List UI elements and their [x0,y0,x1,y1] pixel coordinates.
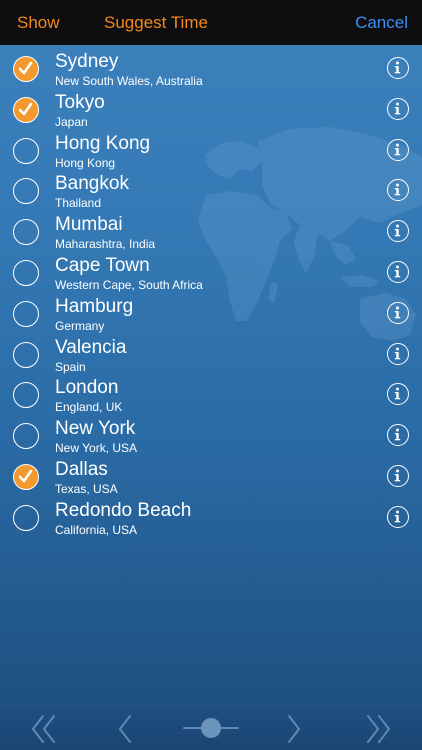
checkbox[interactable] [13,341,39,368]
city-name: Hamburg [55,295,134,317]
list-item[interactable]: Hamburg Germany [0,293,422,334]
checkbox[interactable] [13,96,39,123]
info-button[interactable] [387,57,409,79]
info-button[interactable] [387,301,409,324]
city-name: Valencia [55,336,127,358]
city-name: Sydney [55,51,119,72]
info-icon [394,428,401,441]
chevron-right-icon[interactable] [286,714,302,744]
bottom-navigation-bar [0,705,422,750]
city-name: London [55,377,119,399]
city-region: Hong Kong [55,155,116,170]
city-region: Texas, USA [55,481,118,496]
info-icon [394,387,401,400]
info-icon [394,143,401,155]
info-icon [394,61,401,74]
checkmark-icon [18,102,33,116]
city-region: Western Cape, South Africa [55,277,203,292]
city-region: California, USA [55,522,138,537]
checkbox[interactable] [13,300,39,327]
checkbox[interactable] [13,219,39,246]
checkbox[interactable] [13,504,39,531]
list-item[interactable]: Valencia Spain [0,334,422,375]
city-name: Hong Kong [55,132,151,154]
city-name: New York [55,418,136,440]
info-icon [394,510,401,523]
checkmark-icon [18,61,33,75]
info-button[interactable] [387,424,409,447]
info-icon [394,347,401,359]
city-region: England, UK [55,400,123,415]
list-item[interactable]: Dallas Texas, USA [0,456,422,497]
city-region: New York, USA [55,441,138,456]
cancel-button[interactable]: Cancel [355,0,408,45]
list-item[interactable]: Cape Town Western Cape, South Africa [0,252,422,293]
double-chevron-left-icon[interactable] [30,714,58,744]
info-button[interactable] [387,179,409,202]
info-icon [394,102,401,115]
list-item[interactable]: London England, UK [0,374,422,415]
top-toolbar: Show Suggest Time Cancel [0,0,422,45]
info-button[interactable] [387,383,409,406]
checkbox[interactable] [13,56,39,82]
info-icon [394,469,401,482]
checkbox[interactable] [13,137,39,164]
show-button[interactable]: Show [17,0,60,45]
list-item[interactable]: Redondo Beach California, USA [0,497,422,538]
checkbox[interactable] [13,259,39,286]
checkbox[interactable] [13,463,39,490]
city-region: Germany [55,318,105,333]
city-name: Mumbai [55,214,123,236]
info-button[interactable] [387,260,409,283]
checkbox[interactable] [13,423,39,450]
checkmark-icon [18,469,33,483]
suggest-time-button[interactable]: Suggest Time [104,0,208,45]
checkbox[interactable] [13,178,39,205]
info-icon [394,224,401,237]
list-item[interactable]: Tokyo Japan [0,89,422,130]
city-region: Maharashtra, India [55,237,156,252]
city-region: Japan [55,114,88,129]
list-item[interactable]: New York New York, USA [0,415,422,456]
city-region: New South Wales, Australia [55,74,203,88]
city-name: Tokyo [55,91,105,113]
info-icon [394,183,401,196]
city-name: Bangkok [55,173,129,195]
info-icon [394,265,401,278]
info-button[interactable] [387,220,409,243]
info-button[interactable] [387,97,409,120]
city-region: Spain [55,359,86,374]
city-name: Dallas [55,458,108,480]
list-item[interactable]: Sydney New South Wales, Australia [0,48,422,89]
checkbox[interactable] [13,382,39,409]
city-list: Sydney New South Wales, Australia Tokyo … [0,48,422,538]
info-button[interactable] [387,342,409,365]
chevron-left-icon[interactable] [117,714,133,744]
info-button[interactable] [387,505,409,528]
list-item[interactable]: Hong Kong Hong Kong [0,130,422,171]
info-button[interactable] [387,138,409,161]
list-item[interactable]: Mumbai Maharashtra, India [0,211,422,252]
city-region: Thailand [55,196,102,211]
city-name: Cape Town [55,254,150,276]
list-item[interactable]: Bangkok Thailand [0,170,422,211]
double-chevron-right-icon[interactable] [364,714,392,744]
slider-knob-icon[interactable] [183,716,239,740]
info-button[interactable] [387,464,409,487]
city-name: Redondo Beach [55,499,192,521]
info-icon [394,306,401,319]
